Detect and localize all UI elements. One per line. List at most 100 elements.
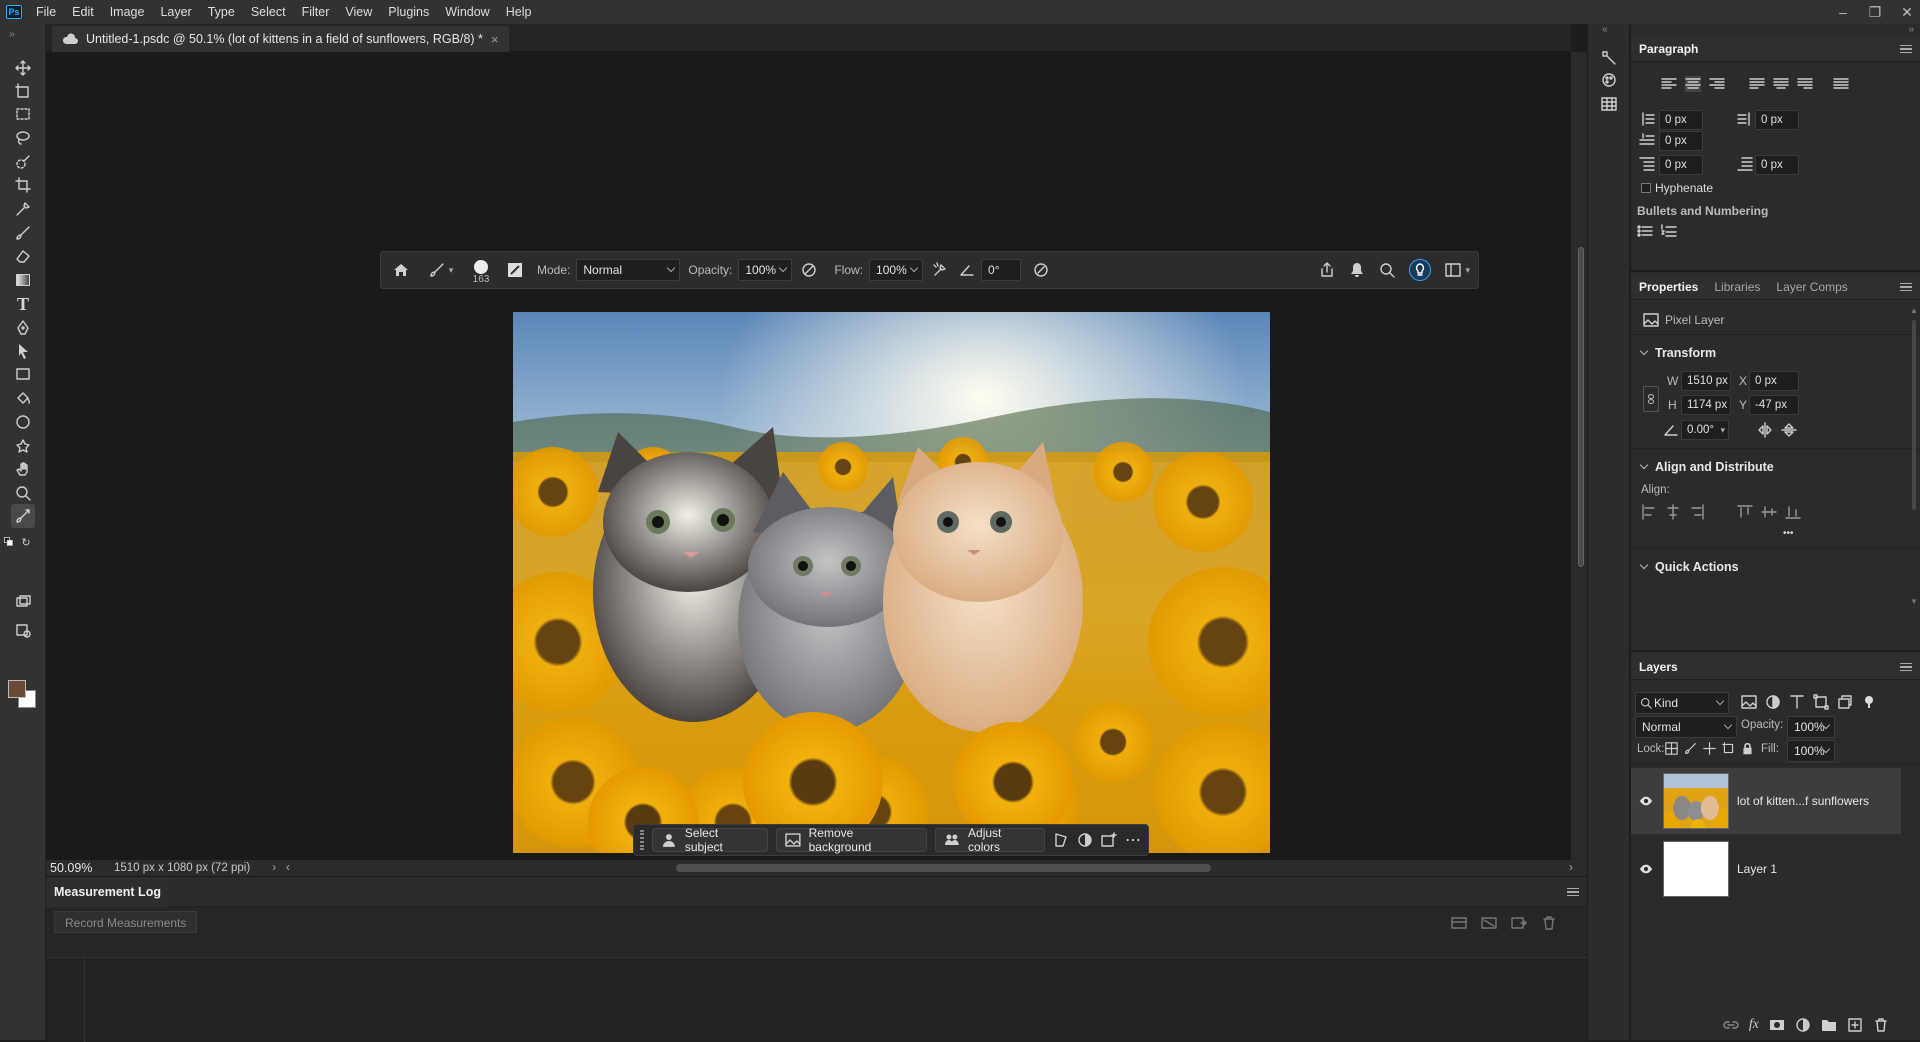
- zoom-tool-icon[interactable]: [11, 481, 35, 505]
- layer-comps-tab[interactable]: Layer Comps: [1768, 274, 1855, 300]
- add-mask-icon[interactable]: [1769, 1017, 1785, 1033]
- menu-type[interactable]: Type: [200, 0, 243, 24]
- more-align-options-button[interactable]: •••: [1783, 528, 1794, 539]
- custom-shape-tool-icon[interactable]: [11, 434, 35, 458]
- restore-icon[interactable]: ❐: [1868, 4, 1882, 21]
- color-swatches[interactable]: [8, 680, 38, 710]
- brush-size-picker[interactable]: 163: [461, 251, 501, 289]
- align-distribute-section-header[interactable]: Align and Distribute: [1639, 460, 1774, 474]
- quick-selection-tool-icon[interactable]: [11, 150, 35, 174]
- filter-toggle-icon[interactable]: [1861, 694, 1877, 710]
- history-brush-icon[interactable]: [1601, 50, 1619, 68]
- properties-menu-icon[interactable]: [1900, 283, 1912, 291]
- filter-adjustment-icon[interactable]: [1765, 694, 1781, 710]
- remove-tool-icon[interactable]: [11, 504, 35, 528]
- measurement-log-tab[interactable]: Measurement Log: [46, 877, 169, 907]
- lock-transparency-icon[interactable]: [1665, 742, 1678, 755]
- collapse-icons-icon[interactable]: «: [1602, 24, 1608, 35]
- document-image[interactable]: [513, 312, 1270, 853]
- properties-tab[interactable]: Properties: [1631, 274, 1706, 300]
- opacity-field[interactable]: 100%: [738, 259, 793, 281]
- search-icon[interactable]: [1379, 262, 1396, 278]
- layer-row-layer-1[interactable]: Layer 1: [1631, 836, 1901, 902]
- share-icon[interactable]: [1319, 262, 1335, 278]
- hyphenate-checkbox[interactable]: [1641, 183, 1651, 193]
- pen-tool-icon[interactable]: [11, 316, 35, 340]
- foreground-color-swatch[interactable]: [8, 680, 26, 698]
- properties-scrollbar[interactable]: ▲ ▼: [1910, 306, 1918, 606]
- zoom-level[interactable]: 50.09%: [46, 861, 106, 875]
- quick-actions-section-header[interactable]: Quick Actions: [1639, 560, 1739, 574]
- menu-window[interactable]: Window: [437, 0, 497, 24]
- space-after-field[interactable]: 0 px: [1755, 155, 1799, 175]
- screen-mode-icon[interactable]: [11, 590, 35, 614]
- close-icon[interactable]: ✕: [1900, 4, 1914, 21]
- eyedropper-tool-icon[interactable]: [11, 197, 35, 221]
- close-document-icon[interactable]: ×: [491, 32, 499, 47]
- menu-edit[interactable]: Edit: [64, 0, 102, 24]
- fill-field[interactable]: 100%: [1787, 740, 1835, 762]
- lock-pixels-icon[interactable]: [1684, 742, 1697, 755]
- lock-all-icon[interactable]: [1741, 742, 1754, 755]
- layers-menu-icon[interactable]: [1900, 663, 1912, 671]
- link-layers-icon[interactable]: [1723, 1017, 1739, 1033]
- align-top-edges-icon[interactable]: [1737, 504, 1753, 520]
- scroll-left-icon[interactable]: ‹: [286, 862, 290, 874]
- new-group-icon[interactable]: [1821, 1017, 1837, 1033]
- collapse-toolbar-icon[interactable]: »: [6, 28, 18, 40]
- menu-help[interactable]: Help: [498, 0, 540, 24]
- flow-field[interactable]: 100%: [869, 259, 924, 281]
- space-before-field[interactable]: 0 px: [1659, 155, 1703, 175]
- move-tool-icon[interactable]: [11, 56, 35, 80]
- document-tab[interactable]: Untitled-1.psdc @ 50.1% (lot of kittens …: [52, 26, 509, 52]
- flip-vertical-icon[interactable]: [1781, 422, 1797, 438]
- layer-kind-filter[interactable]: Kind: [1635, 692, 1729, 714]
- home-button[interactable]: [381, 251, 421, 289]
- x-field[interactable]: 0 px: [1749, 371, 1799, 391]
- deselect-icon[interactable]: [1481, 915, 1497, 931]
- menu-select[interactable]: Select: [243, 0, 294, 24]
- menu-image[interactable]: Image: [102, 0, 153, 24]
- rectangle-tool-icon[interactable]: [11, 362, 35, 386]
- flip-horizontal-icon[interactable]: [1757, 422, 1773, 438]
- select-all-icon[interactable]: [1451, 915, 1467, 931]
- indent-right-field[interactable]: 0 px: [1755, 110, 1799, 130]
- menu-plugins[interactable]: Plugins: [380, 0, 437, 24]
- edit-toolbar-icon[interactable]: [11, 618, 35, 642]
- justify-left-icon[interactable]: [1749, 76, 1765, 92]
- export-icon[interactable]: [1511, 915, 1527, 931]
- horizontal-scroll-thumb[interactable]: [676, 864, 1211, 872]
- delete-layer-icon[interactable]: [1873, 1017, 1889, 1033]
- filter-type-icon[interactable]: [1789, 694, 1805, 710]
- align-left-icon[interactable]: [1661, 76, 1677, 92]
- new-adjustment-layer-icon[interactable]: [1795, 1017, 1811, 1033]
- brush-settings-icon[interactable]: [501, 251, 529, 289]
- layer-opacity-field[interactable]: 100%: [1787, 716, 1835, 738]
- brush-tool-icon[interactable]: [11, 221, 35, 245]
- minimize-icon[interactable]: –: [1836, 4, 1850, 20]
- workspace-icon[interactable]: ▾: [1445, 262, 1470, 278]
- transform-section-header[interactable]: Transform: [1639, 346, 1716, 360]
- paragraph-menu-icon[interactable]: [1900, 45, 1912, 53]
- measurement-log-menu-icon[interactable]: [1567, 888, 1579, 896]
- adjust-colors-button[interactable]: Adjust colors: [935, 826, 1046, 854]
- indent-left-field[interactable]: 0 px: [1659, 110, 1703, 130]
- hand-tool-icon[interactable]: [11, 457, 35, 481]
- scroll-right-icon[interactable]: ›: [1569, 862, 1573, 874]
- menu-filter[interactable]: Filter: [294, 0, 338, 24]
- filter-smart-object-icon[interactable]: [1837, 694, 1853, 710]
- path-selection-tool-icon[interactable]: [11, 339, 35, 363]
- menu-layer[interactable]: Layer: [152, 0, 199, 24]
- record-measurements-button[interactable]: Record Measurements: [54, 911, 198, 933]
- delete-icon[interactable]: [1541, 915, 1557, 931]
- discover-icon[interactable]: [1409, 259, 1432, 281]
- filter-pixel-icon[interactable]: [1741, 694, 1757, 710]
- table-grid-icon[interactable]: [1601, 96, 1619, 114]
- airbrush-icon[interactable]: [923, 251, 957, 289]
- filter-shape-icon[interactable]: [1813, 694, 1829, 710]
- angle-field[interactable]: 0°: [981, 259, 1022, 281]
- collapse-panels-icon[interactable]: »: [1908, 24, 1914, 35]
- rotation-field[interactable]: 0.00° ▾: [1681, 420, 1729, 440]
- gradient-tool-icon[interactable]: [11, 268, 35, 292]
- align-center-icon[interactable]: [1685, 76, 1701, 92]
